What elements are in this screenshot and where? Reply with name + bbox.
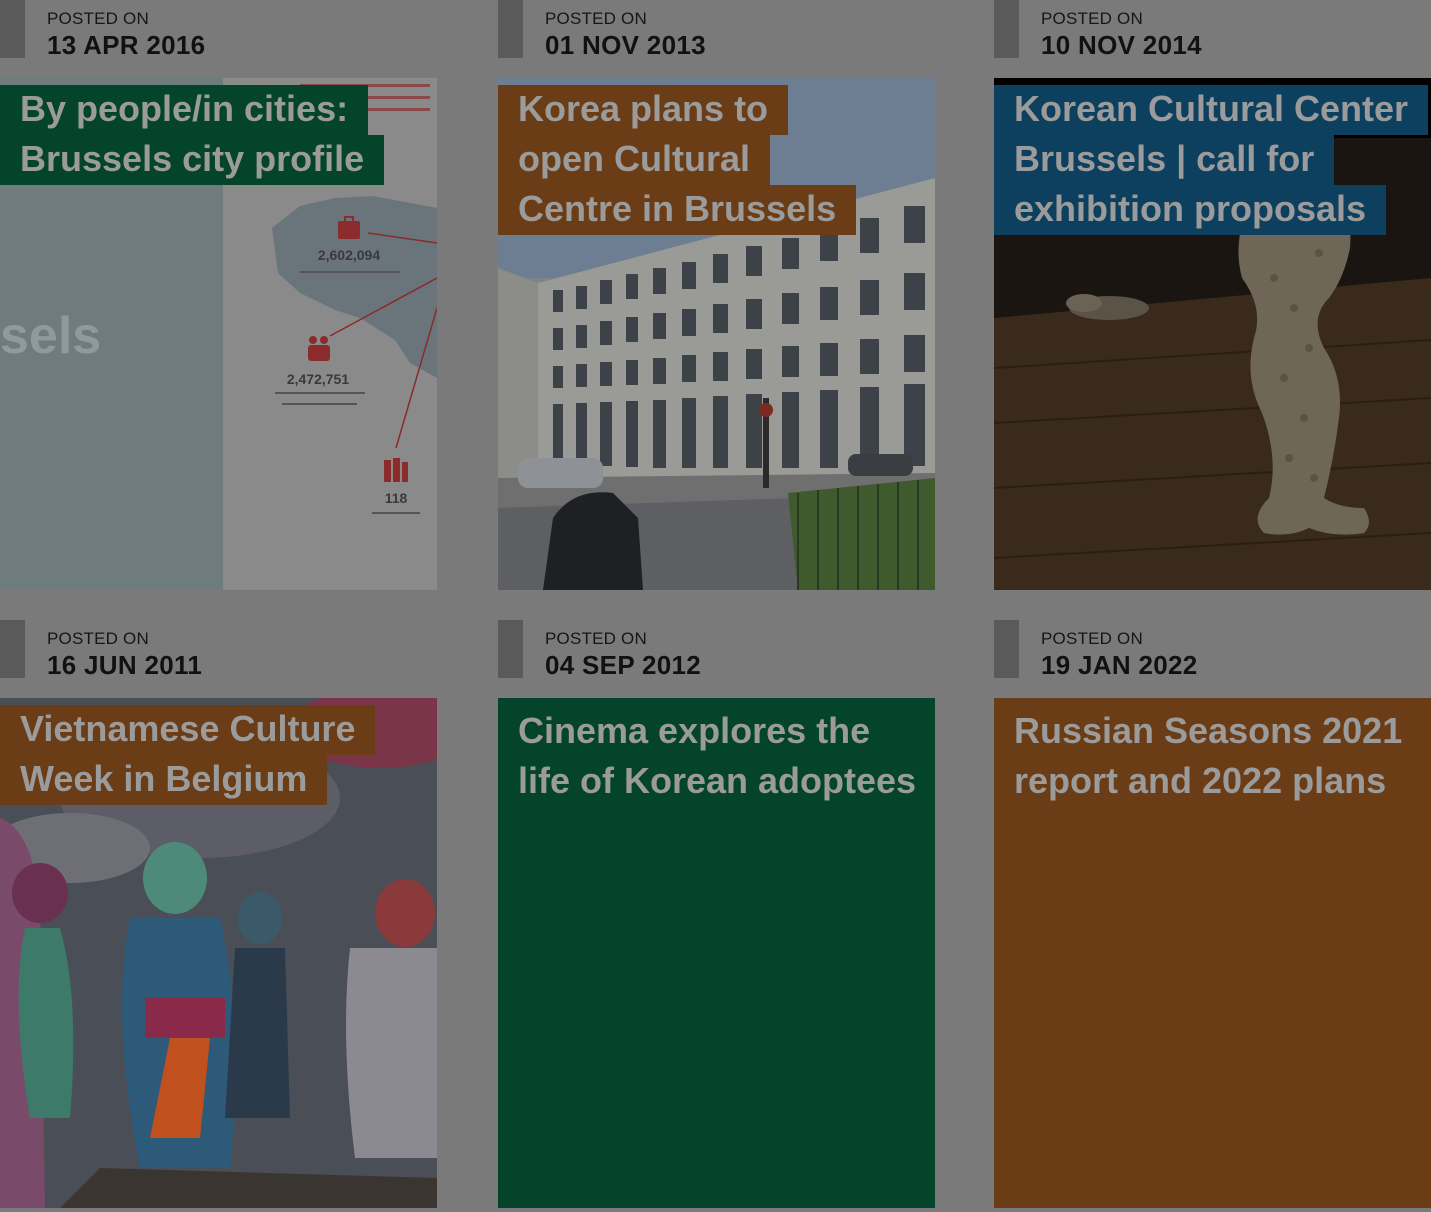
post-thumbnail[interactable]: Vietnamese Culture Week in Belgium [0,698,437,1208]
post-title-link[interactable]: Cinema explores the life of Korean adopt… [518,706,918,806]
post-card[interactable]: POSTED ON 10 NOV 2014 Korean Cultural Ce… [994,0,1431,590]
posted-on-label: POSTED ON [47,629,149,648]
post-title-link[interactable]: Vietnamese Culture Week in Belgium [0,704,376,805]
post-title: Korean Cultural Center Brussels | call f… [994,85,1429,235]
post-thumbnail[interactable]: Korea plans to open Cultural Centre in B… [498,78,935,590]
meta-accent-bar [498,0,523,58]
post-card[interactable]: POSTED ON 16 JUN 2011 Vietnamese Culture… [0,620,437,1210]
post-card[interactable]: POSTED ON 13 APR 2016 sels 2,602,094 2,4… [0,0,437,590]
infographic-stat: 118 [385,490,408,506]
meta-accent-bar [994,0,1019,58]
infographic-brand-text: sels [0,307,101,365]
post-thumbnail[interactable]: Korean Cultural Center Brussels | call f… [994,78,1431,590]
meta-accent-bar [994,620,1019,678]
post-title-link[interactable]: Korean Cultural Center Brussels | call f… [994,84,1429,235]
post-meta: POSTED ON 01 NOV 2013 [498,0,935,78]
post-card[interactable]: POSTED ON 19 JAN 2022 Russian Seasons 20… [994,620,1431,1210]
post-date: 01 NOV 2013 [545,30,706,60]
post-title: Cinema explores the life of Korean adopt… [518,710,917,801]
post-date: 13 APR 2016 [47,30,206,60]
meta-accent-bar [0,0,25,58]
posted-on-label: POSTED ON [47,9,149,28]
infographic-stat: 2,472,751 [287,371,349,387]
post-title: Russian Seasons 2021 report and 2022 pla… [1014,710,1403,801]
post-title-link[interactable]: Korea plans to open Cultural Centre in B… [498,84,858,235]
post-meta: POSTED ON 04 SEP 2012 [498,620,935,698]
post-date: 19 JAN 2022 [1041,650,1198,680]
post-date: 10 NOV 2014 [1041,30,1202,60]
post-card[interactable]: POSTED ON 04 SEP 2012 Cinema explores th… [498,620,935,1210]
post-thumbnail[interactable]: Russian Seasons 2021 report and 2022 pla… [994,698,1431,1208]
meta-accent-bar [498,620,523,678]
post-meta: POSTED ON 19 JAN 2022 [994,620,1431,698]
post-title-link[interactable]: By people/in cities: Brussels city profi… [0,84,437,185]
post-meta: POSTED ON 13 APR 2016 [0,0,437,78]
meta-accent-bar [0,620,25,678]
infographic-stat: 2,602,094 [318,247,380,263]
posted-on-label: POSTED ON [1041,9,1143,28]
posted-on-label: POSTED ON [545,9,647,28]
post-date: 16 JUN 2011 [47,650,203,680]
post-meta: POSTED ON 16 JUN 2011 [0,620,437,698]
post-card[interactable]: POSTED ON 01 NOV 2013 Korea plans to ope… [498,0,935,590]
post-title: Vietnamese Culture Week in Belgium [0,705,376,805]
post-title: By people/in cities: Brussels city profi… [0,85,385,185]
post-thumbnail[interactable]: sels 2,602,094 2,472,751 118 By people/i… [0,78,437,590]
post-title: Korea plans to open Cultural Centre in B… [498,85,857,235]
posted-on-label: POSTED ON [545,629,647,648]
post-meta: POSTED ON 10 NOV 2014 [994,0,1431,78]
posted-on-label: POSTED ON [1041,629,1143,648]
post-thumbnail[interactable]: Cinema explores the life of Korean adopt… [498,698,935,1208]
post-title-link[interactable]: Russian Seasons 2021 report and 2022 pla… [1014,706,1414,806]
post-date: 04 SEP 2012 [545,650,702,680]
